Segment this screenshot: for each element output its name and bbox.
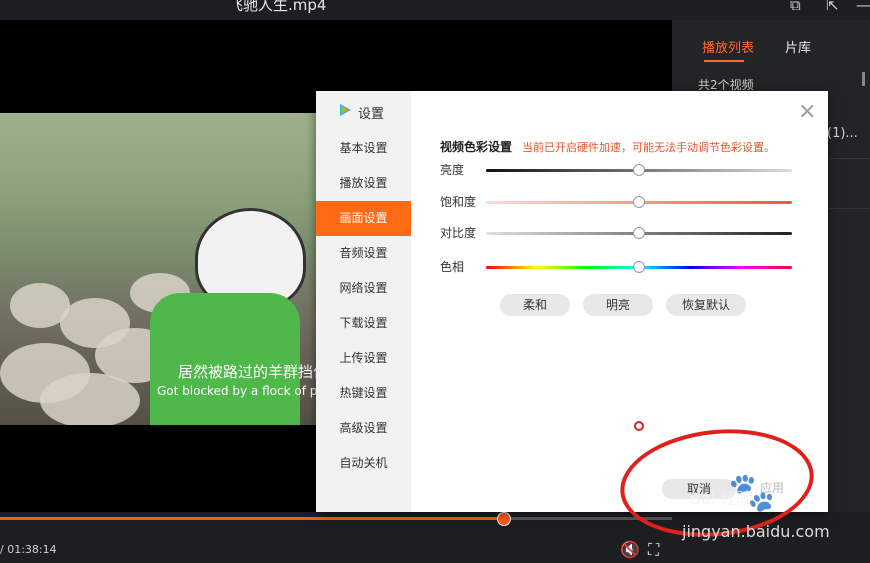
section-title: 视频色彩设置 (440, 140, 513, 154)
subtitle-chinese: 居然被路过的羊群挡住 (178, 363, 329, 381)
saturation-handle[interactable] (633, 196, 645, 208)
sheep-shape (40, 373, 140, 425)
annotation-dot (634, 421, 644, 431)
nav-advanced[interactable]: 高级设置 (316, 411, 411, 446)
close-icon[interactable]: × (798, 101, 816, 123)
nav-network[interactable]: 网络设置 (316, 271, 411, 306)
volume-mute-icon[interactable]: 🔇 (620, 540, 640, 559)
tab-library[interactable]: 片库 (785, 37, 811, 56)
saturation-label: 饱和度 (440, 195, 477, 209)
nav-download[interactable]: 下载设置 (316, 306, 411, 341)
contrast-label: 对比度 (440, 226, 477, 240)
nav-basic[interactable]: 基本设置 (316, 131, 411, 166)
fullscreen-icon[interactable]: ⛶ (648, 540, 659, 560)
nav-upload[interactable]: 上传设置 (316, 341, 411, 376)
hue-handle[interactable] (633, 261, 645, 273)
nav-hotkeys[interactable]: 热键设置 (316, 376, 411, 411)
nav-picture[interactable]: 画面设置 (316, 201, 411, 236)
settings-nav: 设置 基本设置 播放设置 画面设置 音频设置 网络设置 下载设置 上传设置 热键… (316, 91, 411, 512)
jacket-shape (150, 293, 300, 425)
hue-label: 色相 (440, 260, 465, 274)
mini-mode-icon[interactable]: ⧉ (790, 0, 801, 14)
brightness-handle[interactable] (633, 164, 645, 176)
nav-audio[interactable]: 音频设置 (316, 236, 411, 271)
preset-bright-button[interactable]: 明亮 (583, 294, 653, 316)
preset-soft-button[interactable]: 柔和 (500, 294, 570, 316)
restore-default-button[interactable]: 恢复默认 (666, 294, 746, 316)
dialog-title: 设置 (358, 107, 385, 122)
progress-fill (0, 517, 504, 520)
playlist-item-label[interactable]: (1)... (827, 126, 858, 141)
tencent-video-logo-icon (340, 104, 351, 116)
subtitle-english: Got blocked by a flock of pa (157, 384, 325, 398)
brightness-label: 亮度 (440, 163, 465, 177)
progress-handle[interactable] (497, 512, 511, 526)
title-bar: 飞驰人生.mp4 ⧉ ⇱ — (0, 0, 870, 20)
watermark-site: jingyan.baidu.com (682, 522, 830, 541)
hardware-accel-warning: 当前已开启硬件加速，可能无法手动调节色彩设置。 (522, 141, 775, 154)
pin-icon[interactable]: ⇱ (826, 0, 839, 14)
tab-playlist[interactable]: 播放列表 (702, 37, 754, 56)
contrast-handle[interactable] (633, 227, 645, 239)
active-tab-indicator (704, 60, 744, 62)
scroll-marker (862, 72, 865, 86)
watermark-brand: Bai 经验 (690, 489, 753, 508)
minimize-icon[interactable]: — (856, 0, 870, 14)
nav-auto-shutdown[interactable]: 自动关机 (316, 446, 411, 481)
nav-playback[interactable]: 播放设置 (316, 166, 411, 201)
window-title: 飞驰人生.mp4 (228, 0, 327, 14)
time-display: / 01:38:14 (0, 543, 57, 556)
